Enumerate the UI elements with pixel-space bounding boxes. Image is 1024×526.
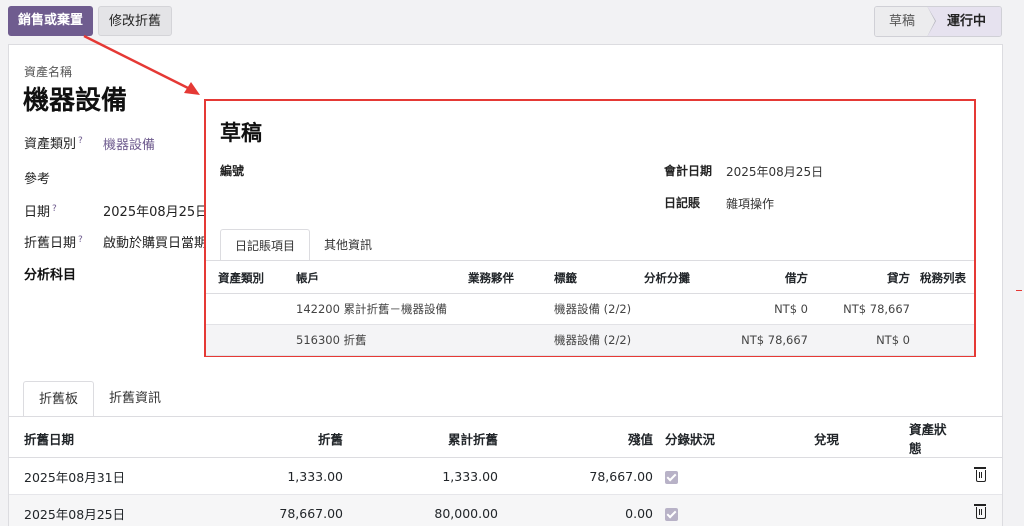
cell-residual[interactable]: 78,667.00 bbox=[504, 457, 659, 495]
tabs-divider bbox=[9, 416, 1002, 417]
col-account[interactable]: 帳戶 bbox=[284, 264, 462, 294]
journal-items-table: 資產類別 帳戶 業務夥伴 標籤 分析分攤 借方 貸方 稅務列表 142200 累… bbox=[206, 264, 974, 356]
journal-label: 日記賬 bbox=[664, 196, 701, 210]
table-row[interactable]: 142200 累計折舊－機器設備 機器設備 (2/2) NT$ 0 NT$ 78… bbox=[206, 293, 974, 325]
accounting-date-value[interactable]: 2025年08月25日 bbox=[726, 163, 823, 180]
popup-tabs-divider bbox=[206, 260, 974, 261]
asset-name-title[interactable]: 機器設備 bbox=[23, 80, 127, 117]
table-row[interactable]: 2025年08月31日 1,333.00 1,333.00 78,667.00 bbox=[9, 457, 1002, 495]
cell-date[interactable]: 2025年08月25日 bbox=[9, 494, 139, 526]
cell-asset-category[interactable] bbox=[206, 293, 284, 325]
table-row[interactable]: 516300 折舊 機器設備 (2/2) NT$ 78,667 NT$ 0 bbox=[206, 324, 974, 356]
cell-credit[interactable]: NT$ 78,667 bbox=[814, 293, 916, 325]
cell-posted bbox=[659, 457, 754, 495]
col-posted-status[interactable]: 分錄狀況 bbox=[659, 419, 754, 458]
cell-asset-status bbox=[849, 457, 959, 495]
depreciation-date-label: 折舊日期? bbox=[24, 234, 83, 251]
col-tax-list[interactable]: 稅務列表 bbox=[916, 264, 974, 294]
analytic-heading: 分析科目 bbox=[24, 268, 77, 283]
col-partner[interactable]: 業務夥伴 bbox=[462, 264, 542, 294]
tab-depreciation-board[interactable]: 折舊板 bbox=[23, 381, 95, 417]
tab-journal-items[interactable]: 日記賬項目 bbox=[220, 229, 311, 261]
cell-partner[interactable] bbox=[462, 293, 542, 325]
help-icon[interactable]: ? bbox=[52, 204, 57, 214]
col-credit[interactable]: 貸方 bbox=[814, 264, 916, 294]
cell-cumulative[interactable]: 80,000.00 bbox=[349, 494, 504, 526]
status-bar: 草稿 運行中 bbox=[874, 6, 1002, 37]
status-draft[interactable]: 草稿 bbox=[875, 7, 936, 36]
modify-depreciation-button[interactable]: 修改折舊 bbox=[98, 6, 173, 36]
cell-realized bbox=[754, 457, 849, 495]
trash-icon[interactable] bbox=[973, 466, 986, 482]
checkbox-checked-icon bbox=[665, 507, 678, 521]
asset-name-caption: 資產名稱 bbox=[24, 65, 73, 79]
depreciation-date-value[interactable]: 啟動於購買日當期 bbox=[103, 232, 207, 251]
category-value[interactable]: 機器設備 bbox=[103, 134, 155, 153]
col-actions bbox=[959, 419, 1002, 458]
col-residual[interactable]: 殘值 bbox=[504, 419, 659, 458]
cell-account[interactable]: 142200 累計折舊－機器設備 bbox=[284, 293, 462, 325]
cell-realized bbox=[754, 494, 849, 526]
table-header-row: 資產類別 帳戶 業務夥伴 標籤 分析分攤 借方 貸方 稅務列表 bbox=[206, 264, 974, 294]
help-icon[interactable]: ? bbox=[78, 235, 83, 245]
cell-asset-status bbox=[849, 494, 959, 526]
col-asset-status[interactable]: 資產狀態 bbox=[849, 419, 959, 458]
cell-delete bbox=[959, 457, 1002, 495]
popup-tabs: 日記賬項目 其他資訊 bbox=[220, 229, 386, 261]
status-running[interactable]: 運行中 bbox=[927, 7, 1001, 36]
cell-analytic[interactable] bbox=[638, 293, 726, 325]
number-label: 編號 bbox=[220, 164, 245, 178]
tab-other-info[interactable]: 其他資訊 bbox=[310, 229, 386, 261]
col-asset-category[interactable]: 資產類別 bbox=[206, 264, 284, 294]
col-analytic[interactable]: 分析分攤 bbox=[638, 264, 726, 294]
cell-delete bbox=[959, 494, 1002, 526]
accounting-date-label: 會計日期 bbox=[664, 164, 713, 178]
cell-label[interactable]: 機器設備 (2/2) bbox=[542, 293, 638, 325]
journal-entry-popup: 草稿 編號 會計日期 2025年08月25日 日記賬 雜項操作 日記賬項目 其他… bbox=[204, 99, 976, 357]
col-cumulative[interactable]: 累計折舊 bbox=[349, 419, 504, 458]
date-value[interactable]: 2025年08月25日 bbox=[103, 201, 208, 220]
cell-tax[interactable] bbox=[916, 293, 974, 325]
table-header-row: 折舊日期 折舊 累計折舊 殘值 分錄狀況 兌現 資產狀態 bbox=[9, 419, 1002, 458]
date-label: 日期? bbox=[24, 203, 57, 220]
col-realized[interactable]: 兌現 bbox=[754, 419, 849, 458]
cell-posted bbox=[659, 494, 754, 526]
annotation-mark bbox=[1016, 290, 1022, 291]
cell-depreciation[interactable]: 78,667.00 bbox=[139, 494, 349, 526]
cell-cumulative[interactable]: 1,333.00 bbox=[349, 457, 504, 495]
sell-or-dispose-button[interactable]: 銷售或棄置 bbox=[8, 6, 94, 36]
popup-title: 草稿 bbox=[220, 121, 262, 145]
cell-tax[interactable] bbox=[916, 324, 974, 356]
cell-residual[interactable]: 0.00 bbox=[504, 494, 659, 526]
trash-icon[interactable] bbox=[973, 503, 986, 519]
depreciation-table: 折舊日期 折舊 累計折舊 殘值 分錄狀況 兌現 資產狀態 2025年08月31日… bbox=[9, 419, 1002, 526]
cell-date[interactable]: 2025年08月31日 bbox=[9, 457, 139, 495]
cell-credit[interactable]: NT$ 0 bbox=[814, 324, 916, 356]
category-label: 資產類別? bbox=[24, 135, 83, 152]
cell-debit[interactable]: NT$ 78,667 bbox=[726, 324, 814, 356]
cell-account[interactable]: 516300 折舊 bbox=[284, 324, 462, 356]
help-icon[interactable]: ? bbox=[78, 136, 83, 146]
cell-partner[interactable] bbox=[462, 324, 542, 356]
cell-label[interactable]: 機器設備 (2/2) bbox=[542, 324, 638, 356]
cell-debit[interactable]: NT$ 0 bbox=[726, 293, 814, 325]
notebook-tabs: 折舊板 折舊資訊 bbox=[23, 381, 176, 417]
cell-depreciation[interactable]: 1,333.00 bbox=[139, 457, 349, 495]
col-label[interactable]: 標籤 bbox=[542, 264, 638, 294]
cell-analytic[interactable] bbox=[638, 324, 726, 356]
col-debit[interactable]: 借方 bbox=[726, 264, 814, 294]
cell-asset-category[interactable] bbox=[206, 324, 284, 356]
reference-label: 參考 bbox=[24, 172, 51, 187]
table-row[interactable]: 2025年08月25日 78,667.00 80,000.00 0.00 bbox=[9, 494, 1002, 526]
checkbox-checked-icon bbox=[665, 470, 678, 484]
journal-value[interactable]: 雜項操作 bbox=[726, 195, 774, 212]
col-depreciation-date[interactable]: 折舊日期 bbox=[9, 419, 139, 458]
col-depreciation[interactable]: 折舊 bbox=[139, 419, 349, 458]
tab-depreciation-info[interactable]: 折舊資訊 bbox=[94, 381, 176, 417]
